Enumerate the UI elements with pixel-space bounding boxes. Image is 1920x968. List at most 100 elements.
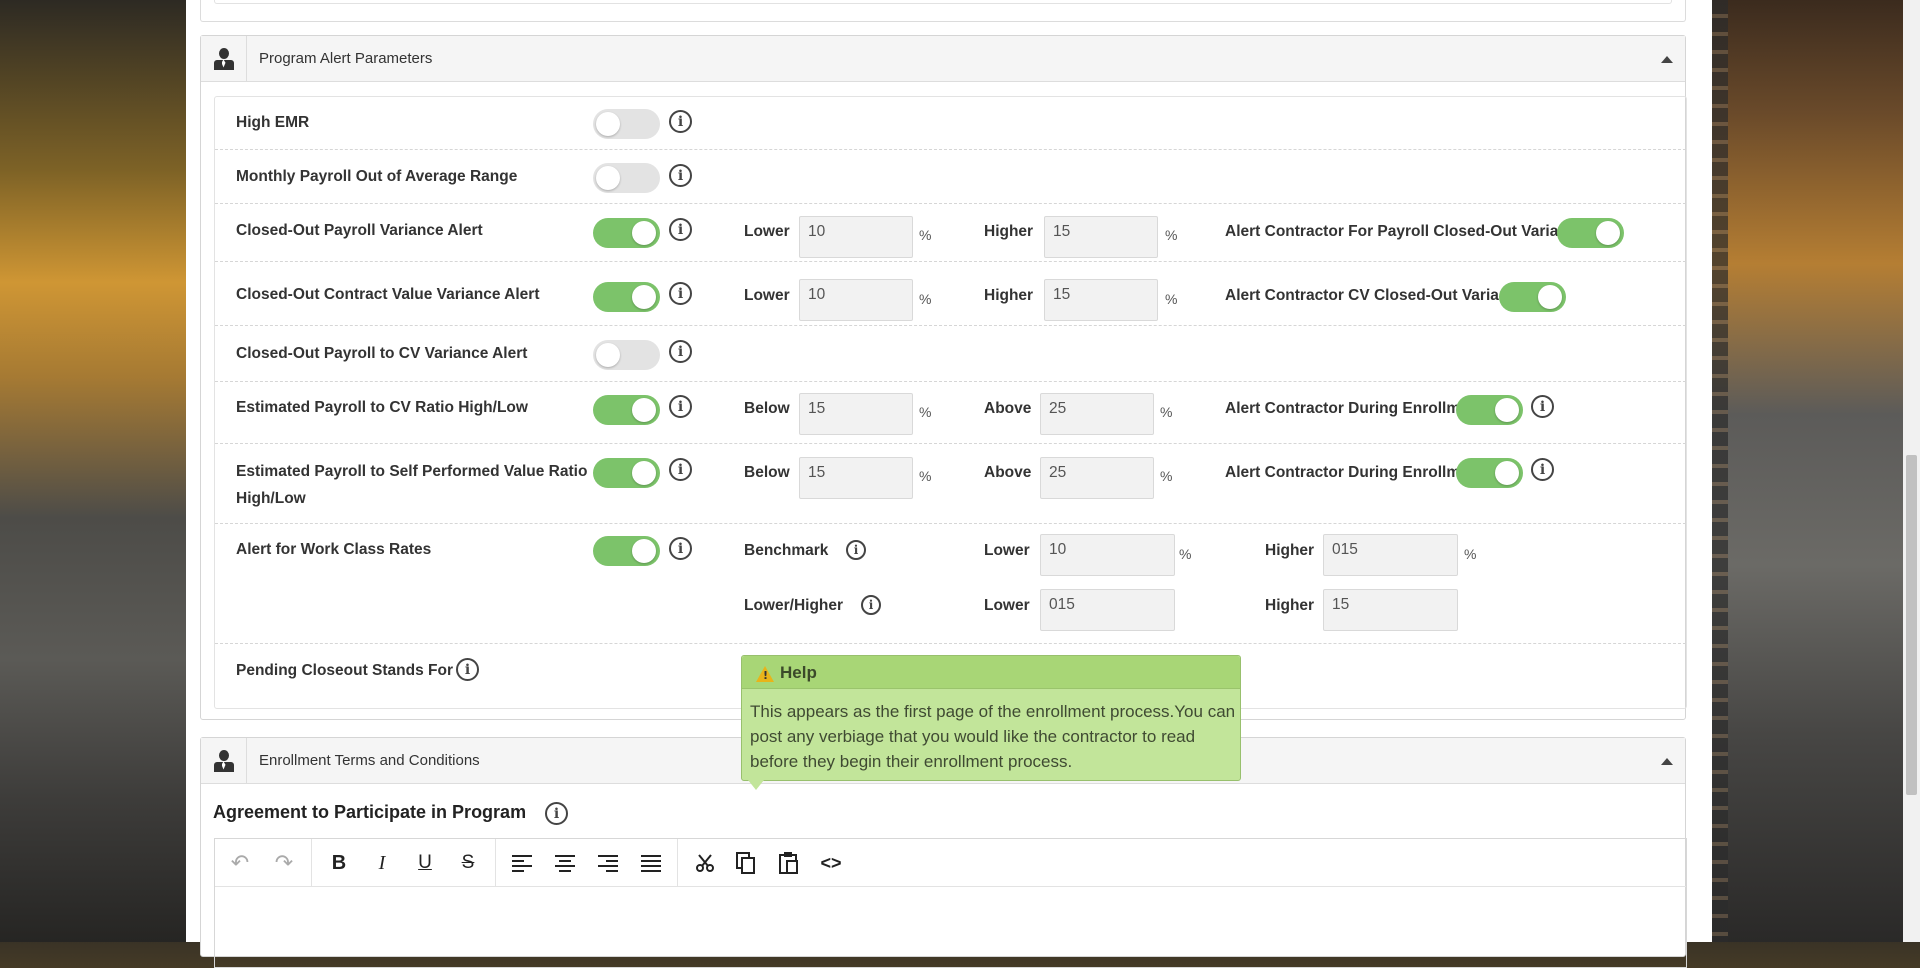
benchmark-label: Benchmark — [744, 542, 829, 559]
high-emr-info-icon[interactable]: i — [669, 110, 692, 133]
monthly-payroll-toggle[interactable] — [593, 163, 660, 193]
collapse-caret-icon[interactable] — [1661, 56, 1673, 63]
est-payroll-self-info-icon[interactable]: i — [669, 458, 692, 481]
benchmark-higher-input[interactable]: 015 — [1323, 534, 1458, 576]
row-divider — [215, 325, 1686, 326]
percent-sign: % — [919, 291, 932, 307]
above-label: Above — [984, 464, 1032, 481]
alert-parameters-table: High EMR i Monthly Payroll Out of Averag… — [214, 96, 1687, 709]
pending-closeout-info-icon[interactable]: i — [456, 658, 479, 681]
lower-label: Lower — [744, 223, 790, 240]
closed-out-payroll-cv-label: Closed-Out Payroll to CV Variance Alert — [236, 345, 528, 362]
redo-button[interactable]: ↷ — [267, 847, 301, 879]
scrollbar-thumb[interactable] — [1906, 455, 1917, 795]
alert-contractor-enrollment-label: Alert Contractor During Enrollment — [1225, 400, 1484, 417]
benchmark-info-icon[interactable]: i — [846, 540, 866, 560]
closed-out-payroll-lower-input[interactable]: 10 — [799, 216, 913, 258]
main-content: Program Alert Parameters High EMR i Mont… — [186, 0, 1712, 968]
alert-contractor-enrollment-label: Alert Contractor During Enrollment — [1225, 464, 1484, 481]
high-emr-toggle[interactable] — [593, 109, 660, 139]
undo-button[interactable]: ↶ — [223, 847, 257, 879]
closed-out-cv-higher-input[interactable]: 15 — [1044, 279, 1158, 321]
closed-out-payroll-higher-input[interactable]: 15 — [1044, 216, 1158, 258]
align-right-icon[interactable] — [591, 847, 625, 879]
percent-sign: % — [1160, 468, 1173, 484]
lower-label: Lower — [744, 287, 790, 304]
rich-text-editor[interactable]: ↶ ↷ B I U S <> — [214, 838, 1687, 968]
bold-button[interactable]: B — [322, 847, 356, 879]
paste-icon[interactable] — [772, 847, 806, 879]
est-payroll-cv-toggle[interactable] — [593, 395, 660, 425]
alert-contractor-payroll-toggle[interactable] — [1557, 218, 1624, 248]
closed-out-payroll-cv-toggle[interactable] — [593, 340, 660, 370]
collapse-caret-icon[interactable] — [1661, 758, 1673, 765]
est-payroll-self-above-input[interactable]: 25 — [1040, 457, 1154, 499]
higher-label: Higher — [984, 223, 1034, 240]
align-left-icon[interactable] — [505, 847, 539, 879]
align-center-icon[interactable] — [548, 847, 582, 879]
agreement-title: Agreement to Participate in Program — [213, 802, 527, 822]
underline-button[interactable]: U — [408, 847, 442, 879]
panel-header[interactable]: Program Alert Parameters — [201, 36, 1685, 82]
work-class-label: Alert for Work Class Rates — [236, 541, 432, 558]
high-emr-label: High EMR — [236, 114, 310, 131]
source-code-button[interactable]: <> — [814, 847, 848, 879]
closed-out-cv-info-icon[interactable]: i — [669, 282, 692, 305]
lower-higher-info-icon[interactable]: i — [861, 595, 881, 615]
toolbar-divider — [495, 839, 496, 887]
agreement-info-icon[interactable]: i — [545, 802, 568, 825]
alert-contractor-enrollment-toggle[interactable] — [1456, 395, 1523, 425]
alert-contractor-enrollment-toggle[interactable] — [1456, 458, 1523, 488]
tooltip-header: Help — [742, 656, 1240, 689]
italic-button[interactable]: I — [365, 847, 399, 879]
work-class-toggle[interactable] — [593, 536, 660, 566]
monthly-payroll-info-icon[interactable]: i — [669, 164, 692, 187]
alert-contractor-enrollment-info-icon[interactable]: i — [1531, 458, 1554, 481]
closed-out-cv-lower-input[interactable]: 10 — [799, 279, 913, 321]
est-payroll-cv-info-icon[interactable]: i — [669, 395, 692, 418]
closed-out-payroll-toggle[interactable] — [593, 218, 660, 248]
background-right — [1712, 0, 1920, 942]
cut-icon[interactable] — [688, 847, 722, 879]
row-divider — [215, 523, 1686, 524]
row-divider — [215, 381, 1686, 382]
align-justify-icon[interactable] — [634, 847, 668, 879]
est-payroll-cv-below-input[interactable]: 15 — [799, 393, 913, 435]
alert-contractor-cv-toggle[interactable] — [1499, 282, 1566, 312]
lowhigh-higher-input[interactable]: 15 — [1323, 589, 1458, 631]
program-alert-parameters-panel: Program Alert Parameters High EMR i Mont… — [200, 35, 1687, 720]
closed-out-payroll-info-icon[interactable]: i — [669, 218, 692, 241]
percent-sign: % — [919, 468, 932, 484]
percent-sign: % — [1464, 546, 1477, 562]
percent-sign: % — [1160, 404, 1173, 420]
est-payroll-self-toggle[interactable] — [593, 458, 660, 488]
row-divider — [215, 261, 1686, 262]
percent-sign: % — [919, 227, 932, 243]
lowhigh-lower-input[interactable]: 015 — [1040, 589, 1175, 631]
est-payroll-self-below-input[interactable]: 15 — [799, 457, 913, 499]
alert-contractor-enrollment-info-icon[interactable]: i — [1531, 395, 1554, 418]
user-icon — [213, 749, 234, 772]
lower-label: Lower — [984, 542, 1030, 559]
work-class-info-icon[interactable]: i — [669, 537, 692, 560]
person-icon-box — [201, 738, 247, 783]
row-divider — [215, 643, 1686, 644]
lower-label: Lower — [984, 597, 1030, 614]
panel-title: Enrollment Terms and Conditions — [259, 752, 480, 769]
percent-sign: % — [1165, 227, 1178, 243]
toolbar-divider — [677, 839, 678, 887]
user-icon — [213, 47, 234, 70]
est-payroll-cv-above-input[interactable]: 25 — [1040, 393, 1154, 435]
person-icon-box — [201, 36, 247, 81]
copy-icon[interactable] — [729, 847, 763, 879]
help-tooltip: Help This appears as the first page of t… — [741, 655, 1241, 790]
panel-title: Program Alert Parameters — [259, 50, 433, 67]
editor-toolbar: ↶ ↷ B I U S <> — [215, 839, 1686, 887]
below-label: Below — [744, 400, 790, 417]
closed-out-payroll-cv-info-icon[interactable]: i — [669, 340, 692, 363]
strikethrough-button[interactable]: S — [451, 847, 485, 879]
benchmark-lower-input[interactable]: 10 — [1040, 534, 1175, 576]
closed-out-cv-toggle[interactable] — [593, 282, 660, 312]
tooltip-body: This appears as the first page of the en… — [750, 702, 1236, 771]
higher-label: Higher — [1265, 597, 1315, 614]
